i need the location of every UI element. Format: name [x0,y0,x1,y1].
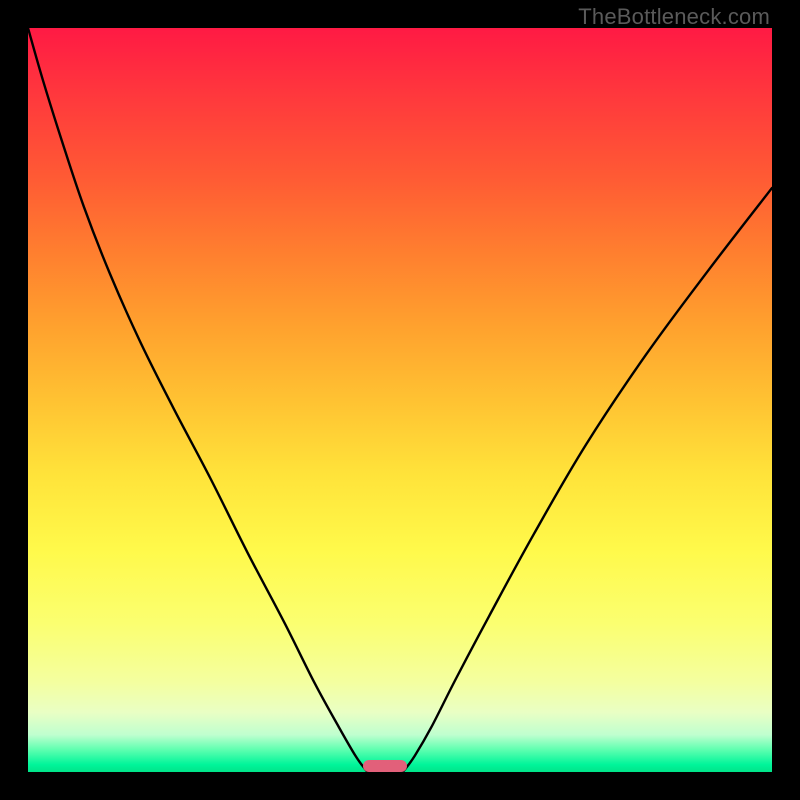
minimum-marker [363,760,408,772]
plot-area [28,28,772,772]
curve-right [402,188,772,772]
curve-left [28,28,368,772]
watermark-text: TheBottleneck.com [578,4,770,30]
curve-layer [28,28,772,772]
chart-frame: TheBottleneck.com [0,0,800,800]
